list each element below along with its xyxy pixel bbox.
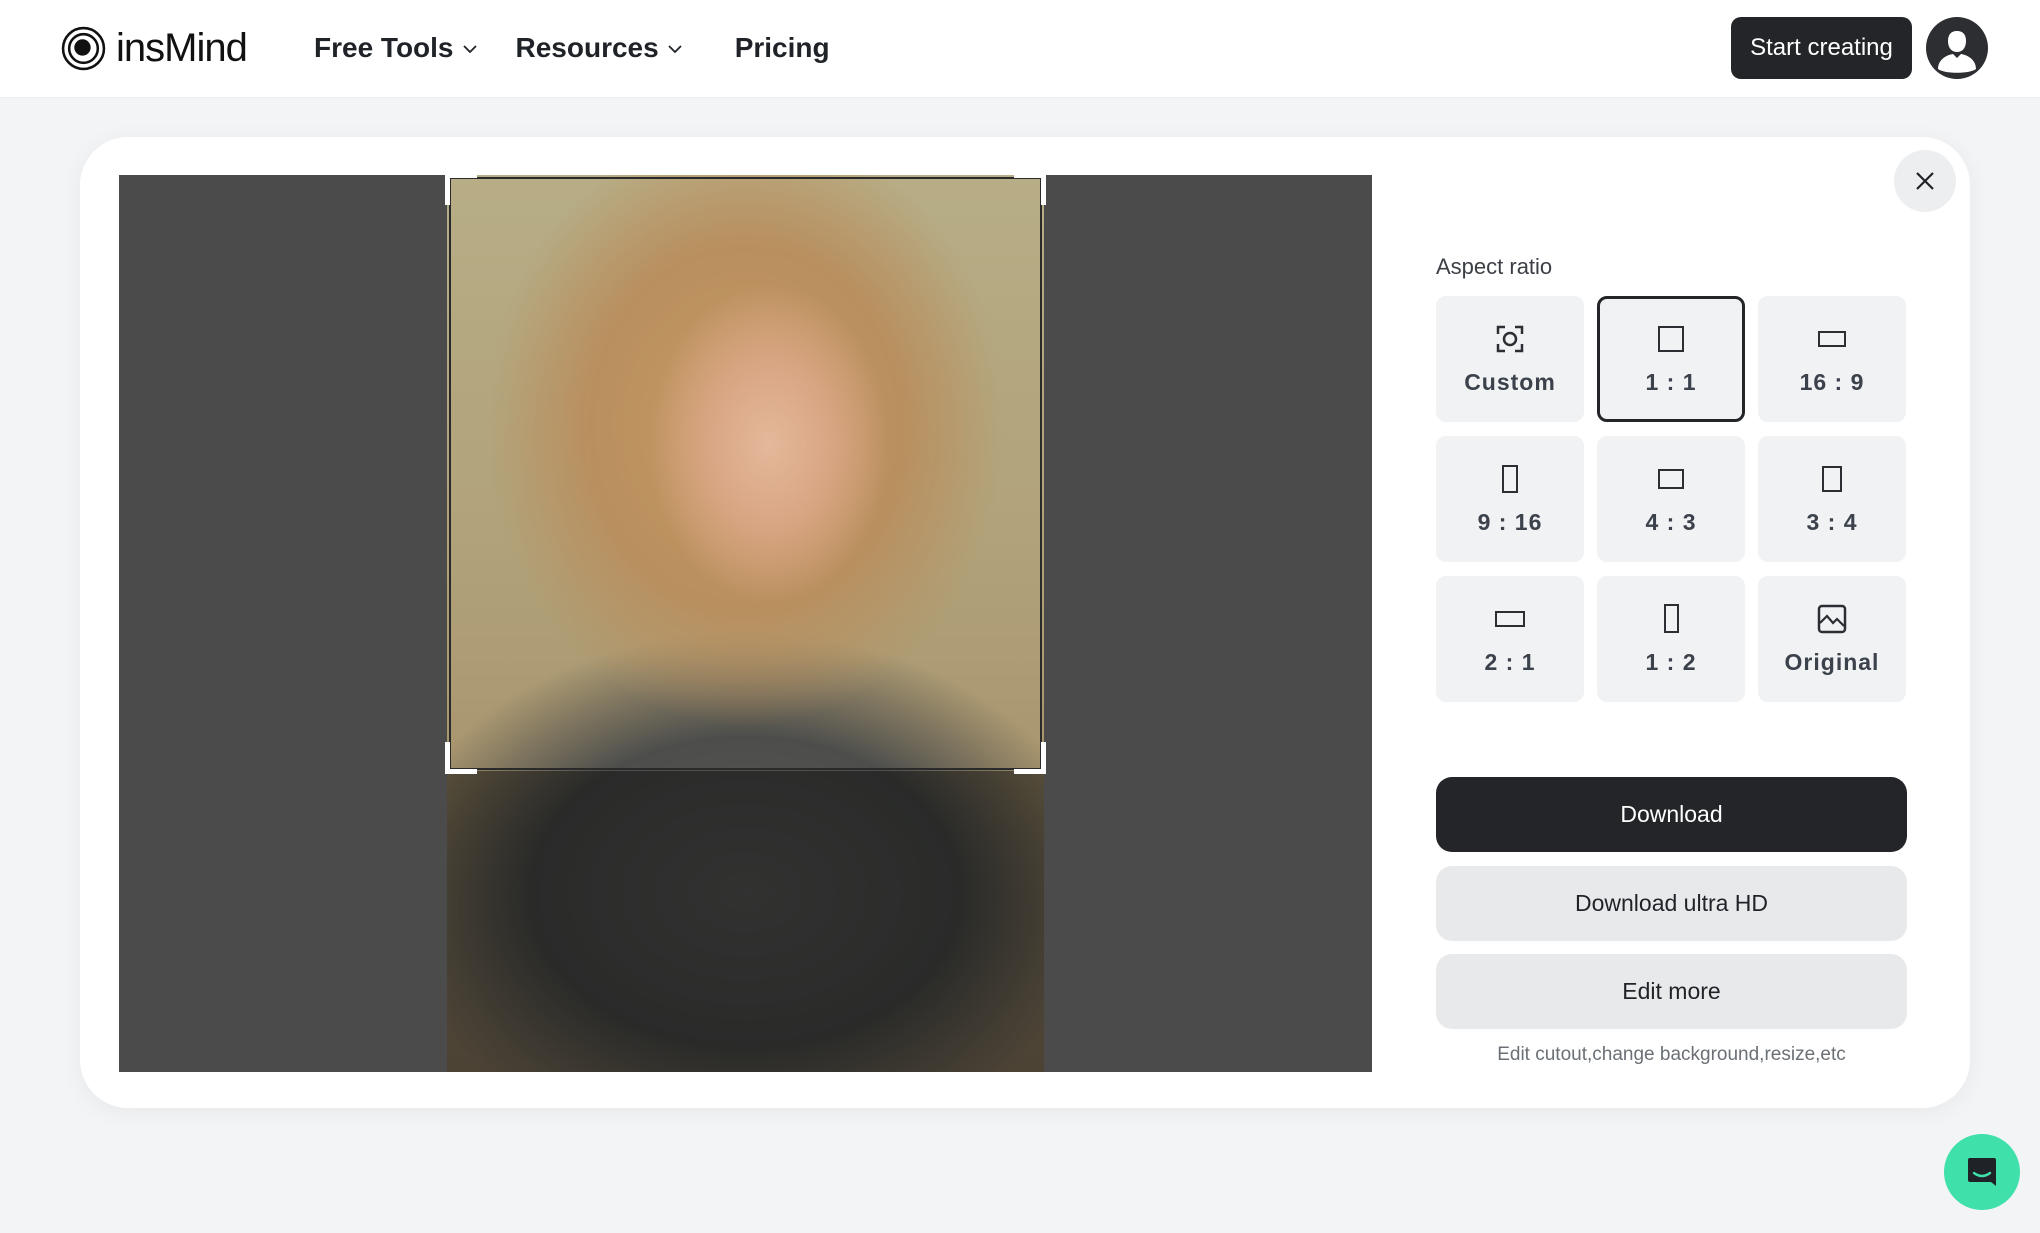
main-nav: Free Tools Resources Pricing xyxy=(314,26,830,70)
ratio-label: Original xyxy=(1784,648,1880,675)
ratio-label: Custom xyxy=(1464,368,1556,395)
ratio-1-2[interactable]: 1 : 2 xyxy=(1597,576,1745,702)
chat-support-icon xyxy=(1968,1158,1996,1186)
nav-pricing[interactable]: Pricing xyxy=(735,26,830,70)
edit-more-button[interactable]: Edit more xyxy=(1436,954,1907,1029)
chevron-down-icon xyxy=(668,45,682,54)
custom-crop-icon xyxy=(1495,323,1525,355)
top-header: insMind Free Tools Resources Pricing Sta… xyxy=(0,0,2040,98)
portrait-1-2-icon xyxy=(1663,603,1679,635)
ratio-3-4[interactable]: 3 : 4 xyxy=(1758,436,1906,562)
landscape-2-1-icon xyxy=(1495,603,1525,635)
crop-handle-top-left[interactable] xyxy=(445,175,477,205)
insmind-logo-icon xyxy=(61,26,106,71)
crop-handle-top-right[interactable] xyxy=(1014,175,1046,205)
square-icon xyxy=(1658,323,1684,355)
ratio-label: 3 : 4 xyxy=(1806,508,1858,535)
landscape-4-3-icon xyxy=(1658,463,1684,495)
image-icon xyxy=(1817,603,1847,635)
close-button[interactable] xyxy=(1894,150,1956,212)
ratio-custom[interactable]: Custom xyxy=(1436,296,1584,422)
portrait-9-16-icon xyxy=(1502,463,1518,495)
aspect-ratio-label: Aspect ratio xyxy=(1436,254,1553,279)
download-ultra-hd-button[interactable]: Download ultra HD xyxy=(1436,866,1907,941)
crop-canvas xyxy=(119,175,1372,1072)
ratio-label: 4 : 3 xyxy=(1645,508,1697,535)
nav-free-tools-label: Free Tools xyxy=(314,32,454,63)
ratio-label: 16 : 9 xyxy=(1799,368,1865,395)
ratio-16-9[interactable]: 16 : 9 xyxy=(1758,296,1906,422)
ratio-9-16[interactable]: 9 : 16 xyxy=(1436,436,1584,562)
ratio-label: 2 : 1 xyxy=(1484,648,1536,675)
crop-selection-box[interactable] xyxy=(445,175,1046,774)
nav-pricing-label: Pricing xyxy=(734,32,830,63)
crop-handle-bottom-left[interactable] xyxy=(445,742,477,774)
user-avatar[interactable] xyxy=(1926,17,1988,79)
ratio-label: 1 : 2 xyxy=(1645,648,1697,675)
crop-outside-overlay xyxy=(447,771,1044,1072)
brand-name: insMind xyxy=(116,26,248,70)
portrait-3-4-icon xyxy=(1822,463,1842,495)
ratio-label: 1 : 1 xyxy=(1645,368,1697,395)
nav-free-tools[interactable]: Free Tools xyxy=(314,26,478,70)
chevron-down-icon xyxy=(462,45,477,54)
close-icon xyxy=(1916,172,1934,190)
crop-handle-bottom-right[interactable] xyxy=(1014,742,1046,774)
brand-logo[interactable]: insMind xyxy=(61,26,248,71)
nav-resources-label: Resources xyxy=(515,32,659,63)
edit-more-hint: Edit cutout,change background,resize,etc xyxy=(1497,1044,1846,1065)
download-button[interactable]: Download xyxy=(1436,777,1907,852)
ratio-1-1[interactable]: 1 : 1 xyxy=(1597,296,1745,422)
chat-support-button[interactable] xyxy=(1944,1134,2020,1210)
ratio-label: 9 : 16 xyxy=(1477,508,1543,535)
nav-resources[interactable]: Resources xyxy=(516,26,683,70)
ratio-4-3[interactable]: 4 : 3 xyxy=(1597,436,1745,562)
start-creating-button[interactable]: Start creating xyxy=(1731,17,1912,79)
aspect-ratio-grid: Custom 1 : 1 16 : 9 9 : 16 4 : 3 3 : 4 2… xyxy=(1436,296,1907,702)
user-avatar-icon xyxy=(1938,31,1976,73)
ratio-original[interactable]: Original xyxy=(1758,576,1906,702)
ratio-2-1[interactable]: 2 : 1 xyxy=(1436,576,1584,702)
landscape-16-9-icon xyxy=(1818,323,1846,355)
